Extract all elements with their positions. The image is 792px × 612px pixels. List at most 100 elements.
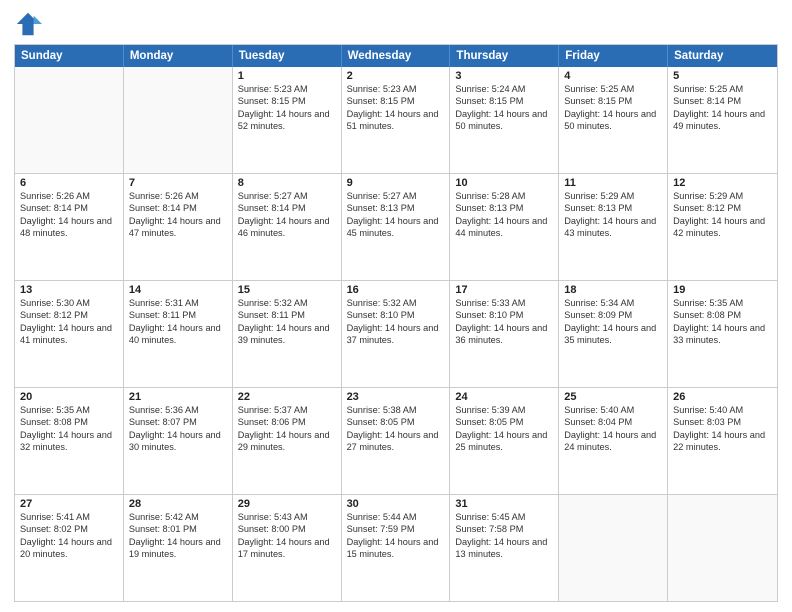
- day-number: 6: [20, 177, 118, 189]
- sunset-text: Sunset: 8:14 PM: [20, 202, 118, 214]
- sunset-text: Sunset: 8:08 PM: [20, 416, 118, 428]
- sunset-text: Sunset: 8:07 PM: [129, 416, 227, 428]
- day-number: 5: [673, 70, 772, 82]
- calendar-cell-1-1: 7Sunrise: 5:26 AMSunset: 8:14 PMDaylight…: [124, 174, 233, 280]
- sunrise-text: Sunrise: 5:42 AM: [129, 511, 227, 523]
- sunset-text: Sunset: 8:10 PM: [455, 309, 553, 321]
- daylight-text: Daylight: 14 hours and 36 minutes.: [455, 322, 553, 347]
- daylight-text: Daylight: 14 hours and 20 minutes.: [20, 536, 118, 561]
- calendar-row-3: 20Sunrise: 5:35 AMSunset: 8:08 PMDayligh…: [15, 388, 777, 495]
- sunrise-text: Sunrise: 5:25 AM: [564, 83, 662, 95]
- calendar-row-0: 1Sunrise: 5:23 AMSunset: 8:15 PMDaylight…: [15, 67, 777, 174]
- calendar-cell-4-1: 28Sunrise: 5:42 AMSunset: 8:01 PMDayligh…: [124, 495, 233, 601]
- sunrise-text: Sunrise: 5:36 AM: [129, 404, 227, 416]
- sunset-text: Sunset: 8:13 PM: [347, 202, 445, 214]
- daylight-text: Daylight: 14 hours and 33 minutes.: [673, 322, 772, 347]
- calendar-body: 1Sunrise: 5:23 AMSunset: 8:15 PMDaylight…: [15, 67, 777, 601]
- day-number: 2: [347, 70, 445, 82]
- sunrise-text: Sunrise: 5:38 AM: [347, 404, 445, 416]
- calendar-cell-0-3: 2Sunrise: 5:23 AMSunset: 8:15 PMDaylight…: [342, 67, 451, 173]
- calendar-cell-2-0: 13Sunrise: 5:30 AMSunset: 8:12 PMDayligh…: [15, 281, 124, 387]
- day-number: 28: [129, 498, 227, 510]
- header-saturday: Saturday: [668, 45, 777, 67]
- calendar-cell-3-3: 23Sunrise: 5:38 AMSunset: 8:05 PMDayligh…: [342, 388, 451, 494]
- daylight-text: Daylight: 14 hours and 41 minutes.: [20, 322, 118, 347]
- calendar-cell-2-2: 15Sunrise: 5:32 AMSunset: 8:11 PMDayligh…: [233, 281, 342, 387]
- sunset-text: Sunset: 8:13 PM: [564, 202, 662, 214]
- sunset-text: Sunset: 8:05 PM: [455, 416, 553, 428]
- logo: [14, 10, 46, 38]
- sunrise-text: Sunrise: 5:23 AM: [238, 83, 336, 95]
- sunrise-text: Sunrise: 5:41 AM: [20, 511, 118, 523]
- day-number: 27: [20, 498, 118, 510]
- day-number: 8: [238, 177, 336, 189]
- sunset-text: Sunset: 8:09 PM: [564, 309, 662, 321]
- header-thursday: Thursday: [450, 45, 559, 67]
- sunrise-text: Sunrise: 5:34 AM: [564, 297, 662, 309]
- sunrise-text: Sunrise: 5:43 AM: [238, 511, 336, 523]
- sunrise-text: Sunrise: 5:27 AM: [238, 190, 336, 202]
- calendar-cell-1-0: 6Sunrise: 5:26 AMSunset: 8:14 PMDaylight…: [15, 174, 124, 280]
- daylight-text: Daylight: 14 hours and 15 minutes.: [347, 536, 445, 561]
- calendar-cell-4-2: 29Sunrise: 5:43 AMSunset: 8:00 PMDayligh…: [233, 495, 342, 601]
- day-number: 25: [564, 391, 662, 403]
- day-number: 11: [564, 177, 662, 189]
- calendar: Sunday Monday Tuesday Wednesday Thursday…: [14, 44, 778, 602]
- calendar-cell-1-4: 10Sunrise: 5:28 AMSunset: 8:13 PMDayligh…: [450, 174, 559, 280]
- day-number: 3: [455, 70, 553, 82]
- sunrise-text: Sunrise: 5:30 AM: [20, 297, 118, 309]
- daylight-text: Daylight: 14 hours and 48 minutes.: [20, 215, 118, 240]
- calendar-cell-4-5: [559, 495, 668, 601]
- calendar-cell-0-5: 4Sunrise: 5:25 AMSunset: 8:15 PMDaylight…: [559, 67, 668, 173]
- calendar-header: Sunday Monday Tuesday Wednesday Thursday…: [15, 45, 777, 67]
- sunset-text: Sunset: 8:11 PM: [129, 309, 227, 321]
- day-number: 24: [455, 391, 553, 403]
- sunset-text: Sunset: 8:15 PM: [455, 95, 553, 107]
- day-number: 23: [347, 391, 445, 403]
- daylight-text: Daylight: 14 hours and 27 minutes.: [347, 429, 445, 454]
- calendar-cell-2-4: 17Sunrise: 5:33 AMSunset: 8:10 PMDayligh…: [450, 281, 559, 387]
- calendar-cell-1-5: 11Sunrise: 5:29 AMSunset: 8:13 PMDayligh…: [559, 174, 668, 280]
- sunrise-text: Sunrise: 5:26 AM: [20, 190, 118, 202]
- daylight-text: Daylight: 14 hours and 50 minutes.: [564, 108, 662, 133]
- day-number: 10: [455, 177, 553, 189]
- sunset-text: Sunset: 8:05 PM: [347, 416, 445, 428]
- calendar-cell-1-2: 8Sunrise: 5:27 AMSunset: 8:14 PMDaylight…: [233, 174, 342, 280]
- calendar-cell-3-0: 20Sunrise: 5:35 AMSunset: 8:08 PMDayligh…: [15, 388, 124, 494]
- day-number: 26: [673, 391, 772, 403]
- daylight-text: Daylight: 14 hours and 24 minutes.: [564, 429, 662, 454]
- daylight-text: Daylight: 14 hours and 37 minutes.: [347, 322, 445, 347]
- day-number: 13: [20, 284, 118, 296]
- sunset-text: Sunset: 8:08 PM: [673, 309, 772, 321]
- daylight-text: Daylight: 14 hours and 44 minutes.: [455, 215, 553, 240]
- calendar-cell-0-0: [15, 67, 124, 173]
- logo-icon: [14, 10, 42, 38]
- sunrise-text: Sunrise: 5:25 AM: [673, 83, 772, 95]
- header-friday: Friday: [559, 45, 668, 67]
- sunset-text: Sunset: 8:04 PM: [564, 416, 662, 428]
- sunrise-text: Sunrise: 5:39 AM: [455, 404, 553, 416]
- daylight-text: Daylight: 14 hours and 50 minutes.: [455, 108, 553, 133]
- sunrise-text: Sunrise: 5:35 AM: [673, 297, 772, 309]
- sunset-text: Sunset: 8:06 PM: [238, 416, 336, 428]
- daylight-text: Daylight: 14 hours and 19 minutes.: [129, 536, 227, 561]
- calendar-cell-0-2: 1Sunrise: 5:23 AMSunset: 8:15 PMDaylight…: [233, 67, 342, 173]
- calendar-cell-4-6: [668, 495, 777, 601]
- header: [14, 10, 778, 38]
- sunrise-text: Sunrise: 5:44 AM: [347, 511, 445, 523]
- day-number: 15: [238, 284, 336, 296]
- calendar-cell-2-5: 18Sunrise: 5:34 AMSunset: 8:09 PMDayligh…: [559, 281, 668, 387]
- daylight-text: Daylight: 14 hours and 52 minutes.: [238, 108, 336, 133]
- calendar-cell-1-3: 9Sunrise: 5:27 AMSunset: 8:13 PMDaylight…: [342, 174, 451, 280]
- daylight-text: Daylight: 14 hours and 43 minutes.: [564, 215, 662, 240]
- day-number: 16: [347, 284, 445, 296]
- sunset-text: Sunset: 8:15 PM: [347, 95, 445, 107]
- calendar-cell-0-1: [124, 67, 233, 173]
- sunrise-text: Sunrise: 5:33 AM: [455, 297, 553, 309]
- calendar-cell-1-6: 12Sunrise: 5:29 AMSunset: 8:12 PMDayligh…: [668, 174, 777, 280]
- day-number: 30: [347, 498, 445, 510]
- daylight-text: Daylight: 14 hours and 46 minutes.: [238, 215, 336, 240]
- day-number: 29: [238, 498, 336, 510]
- daylight-text: Daylight: 14 hours and 25 minutes.: [455, 429, 553, 454]
- calendar-cell-3-1: 21Sunrise: 5:36 AMSunset: 8:07 PMDayligh…: [124, 388, 233, 494]
